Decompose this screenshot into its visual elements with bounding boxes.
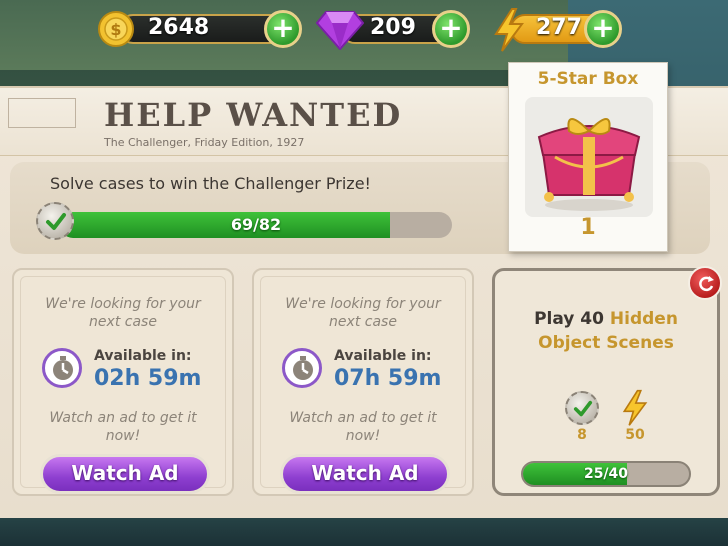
energy-reward-value: 50 — [625, 427, 645, 443]
edition-subtitle: The Challenger, Friday Edition, 1927 — [104, 136, 305, 149]
check-reward-icon — [565, 391, 599, 425]
task-card: Play 40 Hidden Object Scenes 8 50 25/40 — [492, 268, 720, 496]
available-label: Available in: — [334, 348, 432, 364]
available-time: 02h 59m — [94, 366, 202, 391]
task-title-prefix: Play 40 — [534, 309, 604, 329]
case-message-line-2: next case — [89, 314, 157, 330]
task-title-highlight-2: Object Scenes — [538, 333, 674, 353]
page-title: HELP WANTED — [104, 96, 403, 134]
objective-progress-label: 69/82 — [230, 215, 282, 234]
refresh-task-button[interactable] — [688, 266, 722, 300]
available-time: 07h 59m — [334, 366, 442, 391]
prize-title: 5-Star Box — [537, 69, 639, 89]
task-title-highlight-1: Hidden — [609, 309, 678, 329]
stopwatch-icon — [282, 348, 322, 388]
available-label: Available in: — [94, 348, 192, 364]
task-progress-label: 25/40 — [583, 466, 629, 482]
objective-progress-bar: 69/82 — [60, 212, 452, 238]
coin-icon: $ — [98, 11, 134, 47]
check-reward-value: 8 — [577, 427, 587, 443]
ad-message-line-2: now! — [105, 428, 141, 444]
svg-text:$: $ — [110, 20, 121, 39]
energy-amount: 277 — [536, 15, 582, 40]
ad-message-line-2: now! — [345, 428, 381, 444]
task-title: Play 40 Hidden Object Scenes — [495, 307, 717, 355]
check-badge-icon — [36, 202, 74, 240]
coin-amount: 2648 — [148, 15, 210, 40]
watch-ad-button[interactable]: Watch Ad — [40, 454, 210, 494]
gem-counter: 209 + — [316, 10, 471, 50]
case-message-line-1: We're looking for your — [285, 296, 441, 312]
energy-counter: 277 + — [492, 8, 622, 52]
ad-message-line-1: Watch an ad to get it — [49, 410, 197, 426]
coin-counter: $ 2648 + — [98, 10, 302, 48]
prize-count: 1 — [580, 215, 596, 240]
task-progress-bar: 25/40 — [521, 461, 691, 487]
add-coins-button[interactable]: + — [264, 10, 302, 48]
gem-icon — [316, 11, 364, 50]
ad-message-line-1: Watch an ad to get it — [289, 410, 437, 426]
watch-ad-button[interactable]: Watch Ad — [280, 454, 450, 494]
gem-amount: 209 — [370, 15, 416, 40]
objective-text: Solve cases to win the Challenger Prize! — [50, 174, 371, 193]
case-message-line-2: next case — [329, 314, 397, 330]
currency-bar: $ 2648 + 209 + 277 + — [0, 6, 728, 52]
case-card-2: We're looking for your next case Availab… — [252, 268, 474, 496]
add-gems-button[interactable]: + — [432, 10, 470, 48]
add-energy-button[interactable]: + — [584, 10, 622, 48]
energy-reward-icon — [622, 389, 648, 426]
prize-card[interactable]: 5-Star Box 1 — [508, 62, 677, 261]
newspaper-stamp — [8, 98, 76, 128]
treasure-chest-icon — [525, 97, 653, 217]
stopwatch-icon — [42, 348, 82, 388]
case-message-line-1: We're looking for your — [45, 296, 201, 312]
case-card-1: We're looking for your next case Availab… — [12, 268, 234, 496]
bolt-icon — [494, 8, 524, 52]
